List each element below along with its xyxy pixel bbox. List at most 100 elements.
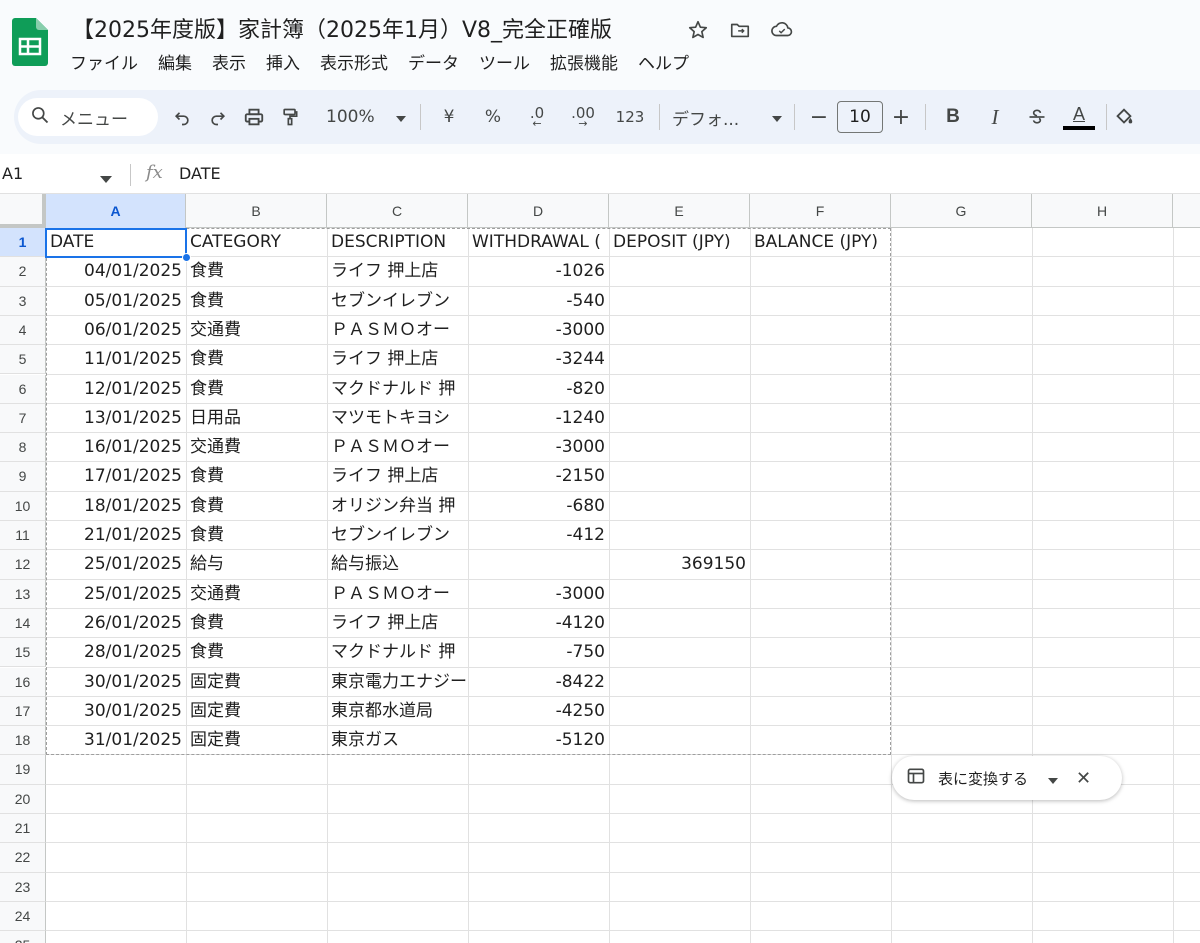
italic-button[interactable]: I	[974, 101, 1016, 133]
convert-to-table-chip[interactable]: 表に変換する ✕	[892, 756, 1122, 800]
active-cell-outline	[45, 228, 187, 258]
column-header-c[interactable]: C	[327, 194, 468, 228]
menu-insert[interactable]: 挿入	[256, 50, 310, 78]
row-header[interactable]: 16	[0, 667, 46, 697]
search-menus-button[interactable]: メニュー	[18, 98, 158, 136]
row-header[interactable]: 21	[0, 814, 46, 844]
row-header[interactable]: 12	[0, 550, 46, 580]
redo-icon[interactable]	[200, 101, 236, 133]
increase-font-size-button[interactable]: +	[883, 101, 919, 133]
menu-file[interactable]: ファイル	[60, 50, 148, 78]
chevron-down-icon[interactable]	[1048, 769, 1059, 788]
menu-edit[interactable]: 編集	[148, 50, 202, 78]
row-header[interactable]: 13	[0, 579, 46, 609]
zoom-select[interactable]: 100%	[318, 101, 414, 133]
row-header[interactable]: 11	[0, 521, 46, 551]
row-header[interactable]: 14	[0, 608, 46, 639]
menu-tools[interactable]: ツール	[469, 50, 540, 78]
row-header[interactable]: 24	[0, 901, 46, 932]
text-color-button[interactable]: A	[1058, 101, 1100, 133]
font-select[interactable]: デフォ...	[666, 101, 788, 133]
decrease-decimal-button[interactable]: .0 ←	[515, 101, 559, 133]
document-title[interactable]: 【2025年度版】家計簿（2025年1月）V8_完全正確版	[72, 12, 612, 44]
grid-row-line	[46, 900, 1200, 902]
row-header[interactable]: 20	[0, 784, 46, 814]
copy-range-marquee	[46, 228, 891, 755]
row-header[interactable]: 25	[0, 931, 46, 943]
menu-help[interactable]: ヘルプ	[628, 50, 699, 78]
font-size-input[interactable]: 10	[837, 101, 883, 133]
arrow-left-icon: ←	[532, 117, 542, 130]
percent-format-button[interactable]: %	[471, 101, 515, 133]
row-header[interactable]: 8	[0, 433, 46, 463]
grid-column-line	[891, 228, 892, 943]
spreadsheet-grid[interactable]: A B C D E F G H 1 2 3 4 5 6 7 8 9 10 11 12 13 14 15 16 17 18 19 20 2…	[0, 194, 1200, 943]
grid-column-line	[1173, 228, 1174, 943]
star-icon[interactable]	[684, 16, 712, 44]
column-header-h[interactable]: H	[1032, 194, 1173, 228]
undo-icon[interactable]	[164, 101, 200, 133]
function-icon: fx	[146, 162, 163, 183]
select-all-corner[interactable]	[0, 194, 46, 228]
sheets-logo-icon[interactable]	[12, 18, 48, 66]
currency-format-button[interactable]: ¥	[427, 101, 471, 133]
fill-color-icon[interactable]	[1113, 101, 1141, 133]
search-icon	[30, 105, 50, 130]
menu-data[interactable]: データ	[398, 50, 469, 78]
column-header-e[interactable]: E	[609, 194, 750, 228]
arrow-right-icon: →	[578, 117, 588, 130]
row-header[interactable]: 23	[0, 872, 46, 902]
close-icon[interactable]: ✕	[1076, 768, 1091, 789]
strikethrough-icon[interactable]	[1016, 101, 1058, 133]
font-value: デフォ...	[672, 109, 740, 130]
chevron-down-icon	[396, 107, 406, 127]
row-header[interactable]: 7	[0, 403, 46, 434]
row-header[interactable]: 19	[0, 755, 46, 785]
move-to-folder-icon[interactable]	[726, 16, 754, 44]
search-menus-label: メニュー	[60, 109, 128, 130]
row-header[interactable]: 10	[0, 491, 46, 521]
convert-to-table-label: 表に変換する	[938, 769, 1029, 788]
print-icon[interactable]	[236, 101, 272, 133]
column-header-g[interactable]: G	[891, 194, 1032, 228]
grid-row-line	[46, 842, 1200, 844]
column-header-b[interactable]: B	[186, 194, 327, 228]
menu-format[interactable]: 表示形式	[310, 50, 398, 78]
grid-row-line	[46, 930, 1200, 932]
number-format-button[interactable]: 123	[607, 101, 653, 133]
bold-button[interactable]: B	[932, 101, 974, 133]
toolbar-divider	[659, 104, 660, 130]
row-header[interactable]: 15	[0, 638, 46, 668]
column-header-f[interactable]: F	[750, 194, 891, 228]
menu-bar: ファイル 編集 表示 挿入 表示形式 データ ツール 拡張機能 ヘルプ	[60, 50, 699, 78]
formula-bar: A1 fx DATE	[0, 154, 1200, 194]
text-color-label: A	[1072, 103, 1085, 124]
row-header[interactable]: 1	[0, 228, 46, 258]
row-header[interactable]: 2	[0, 257, 46, 287]
chevron-down-icon[interactable]	[100, 168, 112, 187]
zoom-value: 100%	[326, 107, 375, 127]
paint-format-icon[interactable]	[272, 101, 308, 133]
column-header-d[interactable]: D	[468, 194, 609, 228]
formula-input[interactable]: DATE	[179, 164, 221, 183]
column-header-a[interactable]: A	[46, 194, 186, 228]
row-header[interactable]: 17	[0, 696, 46, 727]
row-header[interactable]: 3	[0, 286, 46, 316]
menu-view[interactable]: 表示	[202, 50, 256, 78]
row-header[interactable]: 22	[0, 843, 46, 873]
toolbar-divider	[1106, 104, 1107, 130]
row-header[interactable]: 6	[0, 374, 46, 404]
table-icon	[906, 766, 926, 790]
increase-decimal-button[interactable]: .00 →	[559, 101, 607, 133]
name-box[interactable]: A1	[2, 164, 23, 183]
decrease-font-size-button[interactable]: −	[801, 101, 837, 133]
grid-row-line	[46, 871, 1200, 873]
row-header[interactable]: 9	[0, 462, 46, 492]
menu-extensions[interactable]: 拡張機能	[540, 50, 628, 78]
row-header[interactable]: 18	[0, 726, 46, 756]
row-header[interactable]: 5	[0, 345, 46, 375]
text-color-swatch	[1063, 125, 1095, 130]
fill-handle[interactable]	[182, 253, 191, 262]
row-header[interactable]: 4	[0, 315, 46, 346]
cloud-status-icon[interactable]	[768, 16, 796, 44]
